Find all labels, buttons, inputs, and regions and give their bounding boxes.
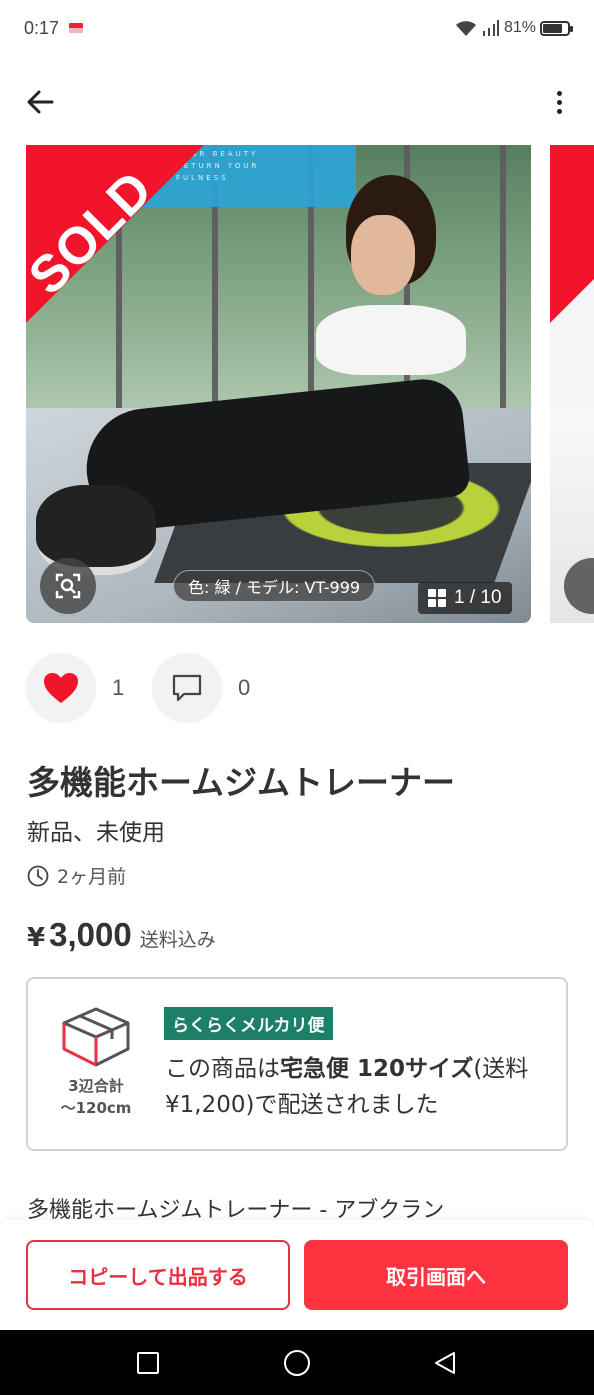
signal-icon <box>482 20 499 36</box>
zoom-scan-icon <box>55 573 81 599</box>
image-counter-text: 1 / 10 <box>454 587 502 608</box>
comment-count: 0 <box>238 675 251 700</box>
image-counter[interactable]: 1 / 10 <box>418 582 512 614</box>
size-caption-line2: 〜120cm <box>60 1099 132 1117</box>
comment-button[interactable] <box>152 653 222 723</box>
currency-symbol: ¥ <box>27 923 46 953</box>
heart-icon <box>44 673 78 703</box>
battery-percent: 81% <box>503 19 536 36</box>
listed-time: 2ヶ月前 <box>27 862 126 889</box>
copy-listing-button[interactable]: コピーして出品する <box>26 1240 290 1310</box>
more-options-button[interactable] <box>544 80 574 124</box>
package-size-caption: 3辺合計 〜120cm <box>42 1075 150 1119</box>
arrow-left-icon <box>27 90 54 114</box>
grid-icon <box>428 589 446 607</box>
product-condition: 新品、未使用 <box>27 820 165 846</box>
product-title: 多機能ホームジムトレーナー <box>27 763 456 802</box>
image-carousel[interactable]: YOUR BEAUTY RETURN YOUR FULNESS SOLD 色: … <box>0 145 594 627</box>
dot <box>556 108 562 114</box>
comment-icon <box>172 674 202 702</box>
wifi-icon <box>455 21 476 36</box>
package-icon <box>60 1005 132 1073</box>
shipping-text-pre: この商品は <box>165 1056 280 1082</box>
triangle-back-icon <box>435 1352 455 1374</box>
top-navigation <box>0 70 594 130</box>
social-actions: 1 0 <box>26 653 278 723</box>
price: 3,000 <box>49 916 132 953</box>
photo-top <box>316 305 466 375</box>
back-button[interactable] <box>18 80 62 124</box>
shipping-included: 送料込み <box>139 929 216 951</box>
battery-icon <box>540 20 573 36</box>
like-count: 1 <box>112 675 125 700</box>
zoom-button[interactable] <box>40 558 96 614</box>
dot <box>556 99 562 105</box>
sold-ribbon-next <box>550 145 594 323</box>
variant-caption: 色: 緑 / モデル: VT-999 <box>173 570 376 602</box>
shipping-method-tag: らくらくメルカリ便 <box>164 1007 333 1040</box>
system-navigation-bar <box>0 1330 594 1395</box>
status-bar: 0:17 81% <box>0 0 594 56</box>
status-indicators: 81% <box>454 19 573 37</box>
dot <box>556 90 562 96</box>
shipping-info-card: 3辺合計 〜120cm らくらくメルカリ便 この商品は宅急便 120サイズ(送料… <box>26 977 568 1151</box>
like-button[interactable] <box>26 653 96 723</box>
shipping-description: この商品は宅急便 120サイズ(送料 ¥1,200)で配送されました <box>165 1051 557 1123</box>
recents-button[interactable] <box>137 1352 159 1374</box>
notification-icon <box>69 23 84 33</box>
system-back-button[interactable] <box>432 1350 458 1380</box>
listed-time-text: 2ヶ月前 <box>57 866 127 888</box>
shipping-text-bold: 宅急便 120サイズ <box>280 1056 474 1082</box>
status-time: 0:17 <box>24 17 60 38</box>
bottom-action-bar: コピーして出品する 取引画面へ <box>0 1220 594 1330</box>
home-button[interactable] <box>284 1350 310 1376</box>
price-row: ¥ 3,000 送料込み <box>27 916 216 954</box>
size-caption-line1: 3辺合計 <box>68 1077 124 1095</box>
battery-level <box>543 23 563 33</box>
photo-face <box>351 215 415 295</box>
transaction-screen-button[interactable]: 取引画面へ <box>304 1240 568 1310</box>
clock-icon <box>27 865 49 886</box>
